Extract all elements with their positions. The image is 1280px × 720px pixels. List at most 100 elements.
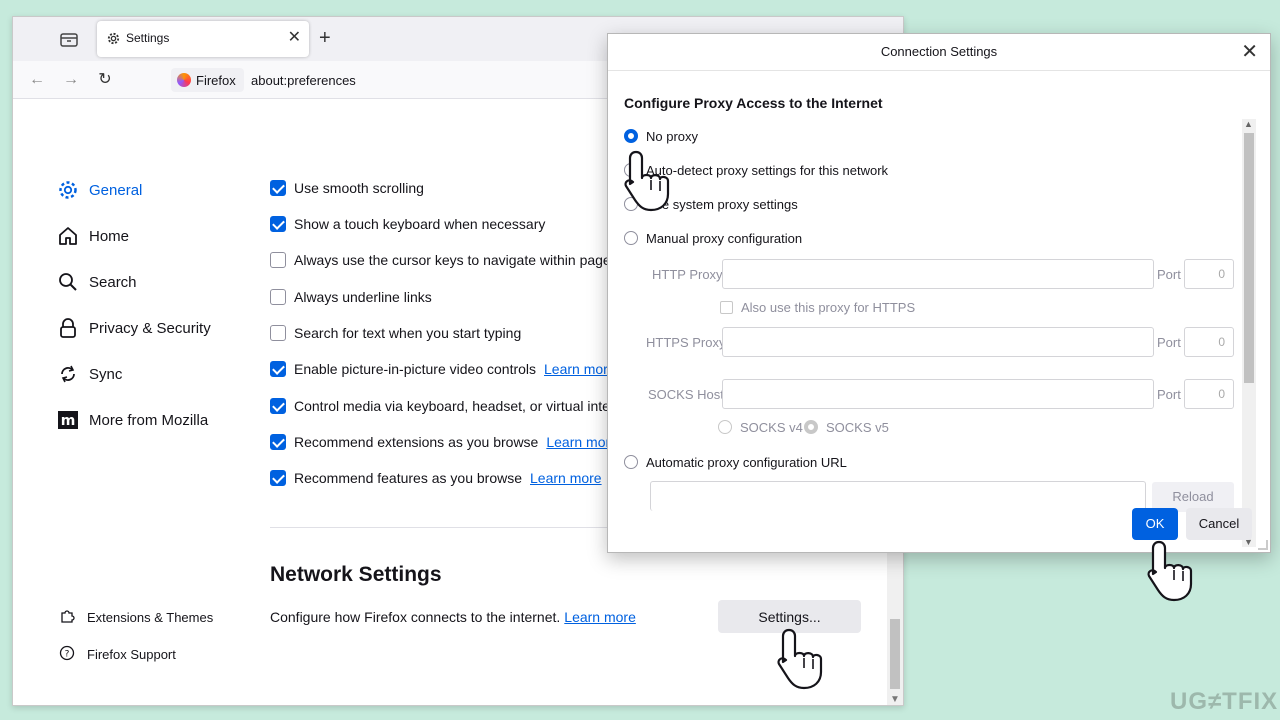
radio-manual-proxy[interactable]: Manual proxy configuration	[624, 228, 802, 248]
sidebar-foot-label: Firefox Support	[87, 646, 176, 662]
pref-row[interactable]: Always use the cursor keys to navigate w…	[270, 250, 618, 270]
pref-row[interactable]: Show a touch keyboard when necessary	[270, 214, 545, 234]
pref-row[interactable]: Control media via keyboard, headset, or …	[270, 396, 641, 416]
also-https-checkbox-row[interactable]: Also use this proxy for HTTPS	[720, 297, 915, 317]
radio-label: SOCKS v4	[740, 419, 803, 435]
resize-grip-icon[interactable]	[1258, 540, 1268, 550]
also-https-checkbox[interactable]	[720, 300, 733, 314]
close-tab-icon[interactable]: ✕	[288, 28, 301, 48]
cancel-button[interactable]: Cancel	[1186, 508, 1252, 540]
dialog-scrollbar[interactable]: ▲ ▼	[1242, 119, 1256, 547]
pref-label: Use smooth scrolling	[294, 180, 424, 196]
pref-label: Control media via keyboard, headset, or …	[294, 398, 642, 414]
sidebar-foot-label: Extensions & Themes	[87, 609, 214, 625]
gear-icon	[57, 179, 79, 201]
identity-box[interactable]: Firefox	[171, 68, 244, 92]
connection-settings-dialog: Connection Settings ✕ Configure Proxy Ac…	[607, 33, 1271, 553]
sidebar-item-home[interactable]: Home	[57, 221, 129, 251]
pref-checkbox[interactable]	[270, 361, 286, 377]
pref-row[interactable]: Search for text when you start typing	[270, 323, 521, 343]
scroll-up-icon[interactable]: ▲	[1244, 119, 1253, 129]
search-icon	[57, 271, 79, 293]
sidebar-item-label: Sync	[89, 365, 123, 383]
back-icon[interactable]: ←	[27, 70, 47, 90]
forward-icon[interactable]: →	[61, 70, 81, 90]
auto-proxy-url-input[interactable]	[650, 481, 1146, 511]
pref-row[interactable]: Enable picture-in-picture video controls…	[270, 359, 616, 379]
pref-label: Recommend features as you browse	[294, 470, 522, 486]
scrollbar-thumb[interactable]	[1244, 133, 1254, 383]
sidebar-item-label: Privacy & Security	[89, 319, 211, 337]
radio-no-proxy[interactable]: No proxy	[624, 126, 698, 146]
pref-row[interactable]: Recommend features as you browse Learn mo…	[270, 468, 602, 488]
sidebar-extensions-themes[interactable]: Extensions & Themes	[59, 606, 213, 628]
socks-host-input[interactable]	[722, 379, 1154, 409]
learn-more-link[interactable]: Learn more	[544, 361, 616, 377]
https-port-input[interactable]: 0	[1184, 327, 1234, 357]
sidebar-item-sync[interactable]: Sync	[57, 359, 122, 389]
socks-port-input[interactable]: 0	[1184, 379, 1234, 409]
pref-checkbox[interactable]	[270, 470, 286, 486]
http-port-input[interactable]: 0	[1184, 259, 1234, 289]
network-learn-more-link[interactable]: Learn more	[564, 609, 636, 625]
radio-auto-proxy-url[interactable]: Automatic proxy configuration URL	[624, 452, 847, 472]
url-bar[interactable]: Firefox about:preferences	[169, 65, 629, 95]
identity-label: Firefox	[196, 72, 236, 88]
learn-more-link[interactable]: Learn more	[530, 470, 602, 486]
list-all-tabs-icon[interactable]	[57, 28, 81, 50]
sidebar-item-general[interactable]: General	[57, 175, 142, 205]
pref-label: Recommend extensions as you browse	[294, 434, 539, 450]
pref-checkbox[interactable]	[270, 289, 286, 305]
pref-checkbox[interactable]	[270, 216, 286, 232]
sidebar-item-label: Home	[89, 227, 130, 245]
https-proxy-label: HTTPS Proxy	[646, 335, 726, 350]
radio-label: Manual proxy configuration	[646, 230, 803, 246]
https-port-label: Port	[1157, 335, 1181, 350]
sidebar-item-label: General	[89, 181, 143, 199]
new-tab-icon[interactable]: +	[319, 27, 331, 49]
also-https-label: Also use this proxy for HTTPS	[741, 299, 916, 315]
close-dialog-icon[interactable]: ✕	[1241, 40, 1258, 64]
radio-label: Auto-detect proxy settings for this netw…	[646, 162, 889, 178]
radio-button[interactable]	[624, 231, 638, 245]
help-icon: ?	[59, 645, 75, 664]
https-proxy-input[interactable]	[722, 327, 1154, 357]
pref-checkbox[interactable]	[270, 398, 286, 414]
sidebar-item-label: Search	[89, 273, 137, 291]
pref-label: Search for text when you start typing	[294, 325, 522, 341]
pref-label: Always underline links	[294, 289, 432, 305]
sidebar-firefox-support[interactable]: ? Firefox Support	[59, 643, 176, 665]
pref-row[interactable]: Recommend extensions as you browse Learn …	[270, 432, 618, 452]
pref-row[interactable]: Use smooth scrolling	[270, 178, 424, 198]
socks-host-label: SOCKS Host	[648, 387, 724, 402]
pref-label: Show a touch keyboard when necessary	[294, 216, 546, 232]
radio-socks-v4[interactable]: SOCKS v4	[718, 417, 803, 437]
sidebar-item-privacy[interactable]: Privacy & Security	[57, 313, 211, 343]
sidebar-item-label: More from Mozilla	[89, 411, 209, 429]
radio-button[interactable]	[624, 455, 638, 469]
radio-button[interactable]	[624, 129, 638, 143]
scrollbar-thumb[interactable]	[890, 619, 900, 689]
tab-settings[interactable]: Settings ✕	[97, 21, 309, 57]
pref-checkbox[interactable]	[270, 180, 286, 196]
pref-checkbox[interactable]	[270, 252, 286, 268]
dialog-body: Configure Proxy Access to the Internet N…	[608, 70, 1270, 547]
pref-checkbox[interactable]	[270, 434, 286, 450]
radio-socks-v5[interactable]: SOCKS v5	[804, 417, 889, 437]
lock-icon	[57, 317, 79, 339]
radio-button[interactable]	[718, 420, 732, 434]
sidebar-item-search[interactable]: Search	[57, 267, 137, 297]
hand-pointer-icon	[1147, 540, 1193, 602]
socks-port-label: Port	[1157, 387, 1181, 402]
http-proxy-input[interactable]	[722, 259, 1154, 289]
network-settings-description: Configure how Firefox connects to the in…	[270, 609, 636, 625]
radio-button[interactable]	[804, 420, 818, 434]
dialog-title: Connection Settings	[880, 44, 998, 59]
sidebar-item-more-from-mozilla[interactable]: m More from Mozilla	[57, 405, 208, 435]
scroll-down-icon[interactable]: ▼	[890, 694, 900, 705]
pref-checkbox[interactable]	[270, 325, 286, 341]
reload-icon[interactable]: ↻	[95, 70, 115, 90]
pref-row[interactable]: Always underline links	[270, 287, 432, 307]
radio-label: Automatic proxy configuration URL	[646, 454, 847, 470]
ok-button[interactable]: OK	[1132, 508, 1178, 540]
